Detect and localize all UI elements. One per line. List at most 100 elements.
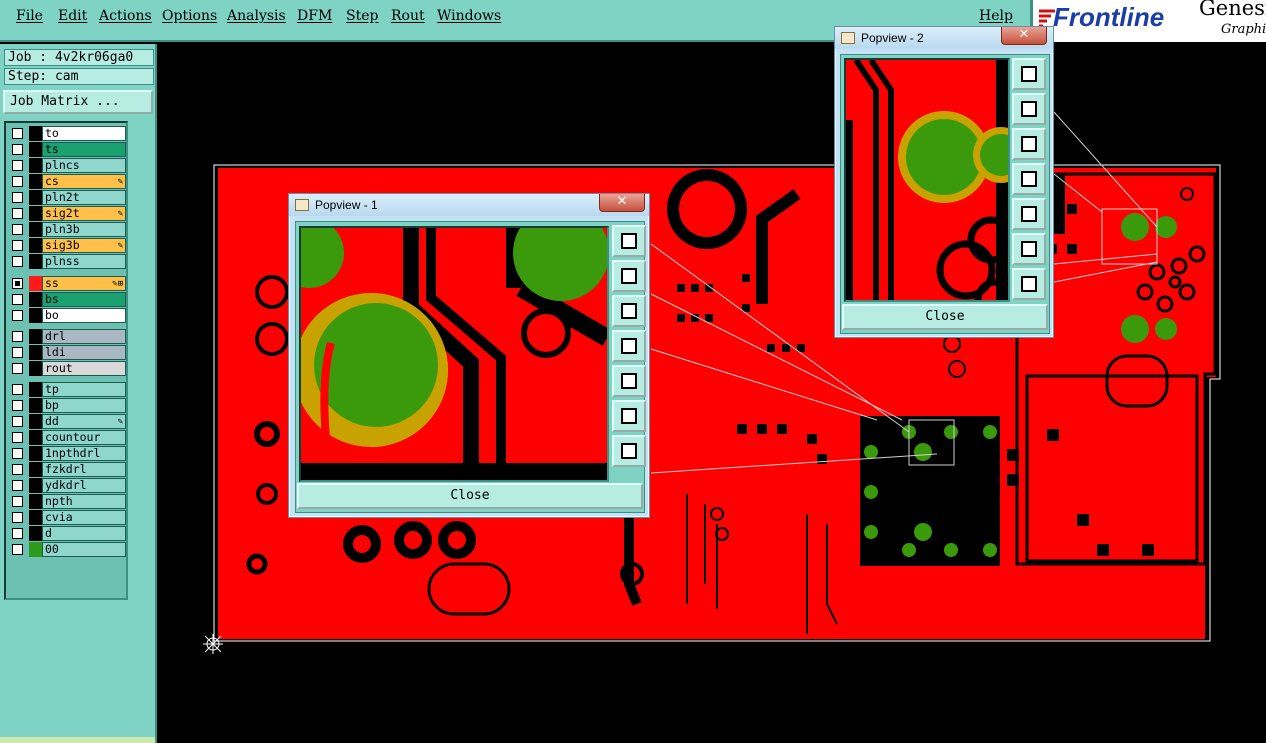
layer-name[interactable]: cs ✎ [42,174,126,189]
layer-color-swatch[interactable] [29,292,42,307]
layer-row-tp[interactable]: tp [8,382,128,397]
layer-row-pln3b[interactable]: pln3b [8,222,128,237]
pan-right-button[interactable] [1012,198,1046,230]
pan-left-button[interactable] [612,330,646,362]
popview-1-close-button[interactable]: Close [297,483,643,509]
zoom-home-button[interactable] [1012,58,1046,90]
layer-row-countour[interactable]: countour [8,430,128,445]
layer-color-swatch[interactable] [29,206,42,221]
layer-name[interactable]: rout [42,361,126,376]
layer-name[interactable]: bp [42,398,126,413]
layer-checkbox[interactable] [12,224,23,235]
layer-name[interactable]: cvia [42,510,126,525]
popview-1-titlebar[interactable]: Popview - 1 [289,194,649,216]
layer-name[interactable]: ydkdrl [42,478,126,493]
layer-name[interactable]: d [42,526,126,541]
layer-color-swatch[interactable] [29,494,42,509]
layer-row-bs[interactable]: bs [8,292,128,307]
layer-checkbox[interactable] [12,294,23,305]
layer-checkbox[interactable] [12,480,23,491]
layer-checkbox[interactable] [12,496,23,507]
layer-color-swatch[interactable] [29,174,42,189]
layer-color-swatch[interactable] [29,238,42,253]
layer-color-swatch[interactable] [29,382,42,397]
layer-row-plnss[interactable]: plnss [8,254,128,269]
layer-name[interactable]: fzkdrl [42,462,126,477]
layer-name[interactable]: sig3b ✎ [42,238,126,253]
layer-color-swatch[interactable] [29,126,42,141]
layer-row-dd[interactable]: dd ✎ [8,414,128,429]
zoom-in-button[interactable] [1012,233,1046,265]
layer-checkbox[interactable] [12,448,23,459]
layer-color-swatch[interactable] [29,430,42,445]
layer-color-swatch[interactable] [29,276,42,291]
layer-row-fzkdrl[interactable]: fzkdrl [8,462,128,477]
layer-color-swatch[interactable] [29,329,42,344]
layer-row-ydkdrl[interactable]: ydkdrl [8,478,128,493]
layer-checkbox[interactable] [12,240,23,251]
menu-step[interactable]: Step [346,8,378,24]
layer-color-swatch[interactable] [29,308,42,323]
layer-row-rout[interactable]: rout [8,361,128,376]
layer-checkbox[interactable] [12,464,23,475]
popview-1-view[interactable] [299,226,609,482]
menu-rout[interactable]: Rout [391,8,425,24]
layer-name[interactable]: ldi [42,345,126,360]
popview-2-close-button[interactable]: Close [842,304,1048,330]
layer-name[interactable]: 00 [42,542,126,557]
layer-name[interactable]: npth [42,494,126,509]
menu-actions[interactable]: Actions [99,8,152,24]
menu-edit[interactable]: Edit [58,8,87,24]
popview-2-close-icon[interactable]: ✕ [1001,27,1047,45]
layer-name[interactable]: tp [42,382,126,397]
layer-checkbox[interactable] [12,544,23,555]
layer-checkbox[interactable] [12,363,23,374]
layer-checkbox[interactable] [12,512,23,523]
layer-checkbox[interactable] [12,400,23,411]
popview-1-close-icon[interactable]: ✕ [599,194,645,212]
menu-dfm[interactable]: DFM [297,8,332,24]
layer-name[interactable]: sig2t ✎ [42,206,126,221]
layer-row-cvia[interactable]: cvia [8,510,128,525]
layer-name[interactable]: pln3b [42,222,126,237]
layer-checkbox[interactable] [12,384,23,395]
layer-checkbox[interactable] [12,256,23,267]
layer-name[interactable]: plncs [42,158,126,173]
zoom-in-button[interactable] [612,400,646,432]
layer-color-swatch[interactable] [29,542,42,557]
layer-color-swatch[interactable] [29,526,42,541]
layer-color-swatch[interactable] [29,345,42,360]
job-matrix-button[interactable]: Job Matrix ... [3,90,153,114]
pan-down-button[interactable] [1012,128,1046,160]
pan-left-button[interactable] [1012,163,1046,195]
pan-up-button[interactable] [1012,93,1046,125]
layer-row-plncs[interactable]: plncs [8,158,128,173]
layer-row-to[interactable]: to [8,126,128,141]
layer-row-sig3b[interactable]: sig3b ✎ [8,238,128,253]
layer-color-swatch[interactable] [29,462,42,477]
popview-2-view[interactable] [844,58,1010,302]
layer-name[interactable]: countour [42,430,126,445]
menu-windows[interactable]: Windows [437,8,501,24]
layer-checkbox[interactable] [12,144,23,155]
layer-color-swatch[interactable] [29,510,42,525]
layer-checkbox[interactable] [12,528,23,539]
layer-name[interactable]: ts [42,142,126,157]
layer-row-ldi[interactable]: ldi [8,345,128,360]
layer-color-swatch[interactable] [29,158,42,173]
menu-help[interactable]: Help [979,8,1013,24]
layer-name[interactable]: ss ✎⊞ [42,276,126,291]
layer-checkbox[interactable] [12,160,23,171]
layer-color-swatch[interactable] [29,254,42,269]
layer-row-d[interactable]: d [8,526,128,541]
layer-name[interactable]: pln2t [42,190,126,205]
layer-row-bp[interactable]: bp [8,398,128,413]
pan-right-button[interactable] [612,365,646,397]
layer-row-ss[interactable]: ss ✎⊞ [8,276,128,291]
layer-checkbox[interactable] [12,128,23,139]
zoom-home-button[interactable] [612,225,646,257]
layer-color-swatch[interactable] [29,398,42,413]
layer-row-sig2t[interactable]: sig2t ✎ [8,206,128,221]
layer-row-cs[interactable]: cs ✎ [8,174,128,189]
layer-checkbox[interactable] [12,416,23,427]
